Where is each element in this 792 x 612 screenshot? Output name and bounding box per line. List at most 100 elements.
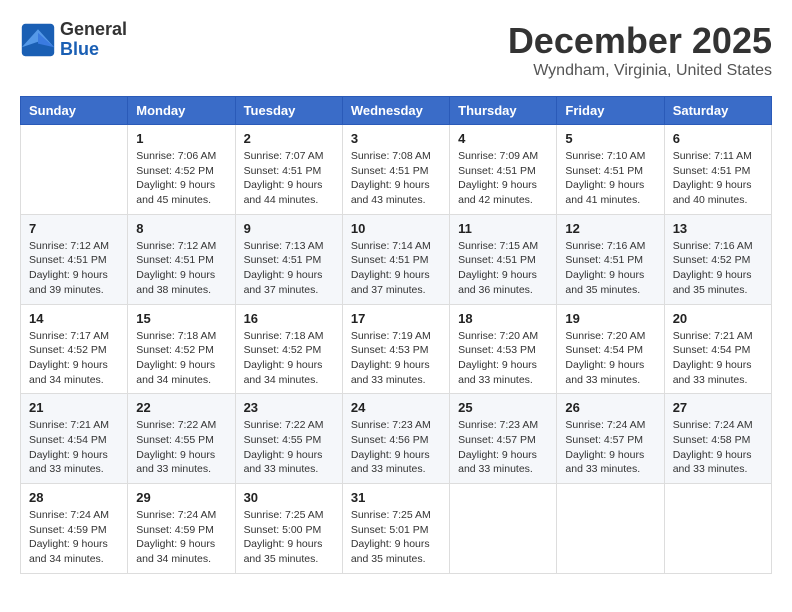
- day-number: 9: [244, 221, 334, 236]
- day-info: Sunrise: 7:07 AM Sunset: 4:51 PM Dayligh…: [244, 149, 334, 208]
- day-of-week-header: Monday: [128, 97, 235, 125]
- day-info: Sunrise: 7:23 AM Sunset: 4:57 PM Dayligh…: [458, 418, 548, 477]
- day-number: 18: [458, 311, 548, 326]
- calendar-cell: 9 Sunrise: 7:13 AM Sunset: 4:51 PM Daylig…: [235, 214, 342, 304]
- day-info: Sunrise: 7:12 AM Sunset: 4:51 PM Dayligh…: [136, 239, 226, 298]
- day-info: Sunrise: 7:15 AM Sunset: 4:51 PM Dayligh…: [458, 239, 548, 298]
- day-info: Sunrise: 7:18 AM Sunset: 4:52 PM Dayligh…: [244, 329, 334, 388]
- calendar-cell: 13Sunrise: 7:16 AM Sunset: 4:52 PM Dayli…: [664, 214, 771, 304]
- calendar-cell: 7 Sunrise: 7:12 AM Sunset: 4:51 PM Daylig…: [21, 214, 128, 304]
- day-of-week-header: Wednesday: [342, 97, 449, 125]
- days-of-week-row: SundayMondayTuesdayWednesdayThursdayFrid…: [21, 97, 772, 125]
- day-info: Sunrise: 7:25 AM Sunset: 5:00 PM Dayligh…: [244, 508, 334, 567]
- calendar-cell: 25 Sunrise: 7:23 AM Sunset: 4:57 PM Dayli…: [450, 394, 557, 484]
- calendar-cell: 27 Sunrise: 7:24 AM Sunset: 4:58 PM Dayli…: [664, 394, 771, 484]
- day-number: 11: [458, 221, 548, 236]
- calendar-cell: 19 Sunrise: 7:20 AM Sunset: 4:54 PM Dayli…: [557, 304, 664, 394]
- calendar-cell: 18 Sunrise: 7:20 AM Sunset: 4:53 PM Dayli…: [450, 304, 557, 394]
- title-block: December 2025 Wyndham, Virginia, United …: [508, 20, 772, 80]
- calendar-cell: 10Sunrise: 7:14 AM Sunset: 4:51 PM Dayli…: [342, 214, 449, 304]
- calendar-cell: 26Sunrise: 7:24 AM Sunset: 4:57 PM Dayli…: [557, 394, 664, 484]
- calendar-cell: 31 Sunrise: 7:25 AM Sunset: 5:01 PM Dayli…: [342, 484, 449, 574]
- day-info: Sunrise: 7:24 AM Sunset: 4:58 PM Dayligh…: [673, 418, 763, 477]
- day-number: 24: [351, 400, 441, 415]
- day-number: 26: [565, 400, 655, 415]
- day-info: Sunrise: 7:20 AM Sunset: 4:53 PM Dayligh…: [458, 329, 548, 388]
- day-info: Sunrise: 7:13 AM Sunset: 4:51 PM Dayligh…: [244, 239, 334, 298]
- day-number: 31: [351, 490, 441, 505]
- day-info: Sunrise: 7:20 AM Sunset: 4:54 PM Dayligh…: [565, 329, 655, 388]
- calendar-cell: 2 Sunrise: 7:07 AM Sunset: 4:51 PM Daylig…: [235, 125, 342, 215]
- day-info: Sunrise: 7:23 AM Sunset: 4:56 PM Dayligh…: [351, 418, 441, 477]
- day-number: 25: [458, 400, 548, 415]
- day-info: Sunrise: 7:08 AM Sunset: 4:51 PM Dayligh…: [351, 149, 441, 208]
- day-number: 3: [351, 131, 441, 146]
- logo-icon: [20, 22, 56, 58]
- day-info: Sunrise: 7:22 AM Sunset: 4:55 PM Dayligh…: [136, 418, 226, 477]
- calendar-cell: [664, 484, 771, 574]
- day-number: 23: [244, 400, 334, 415]
- calendar-cell: 5Sunrise: 7:10 AM Sunset: 4:51 PM Daylig…: [557, 125, 664, 215]
- calendar-week-row: 14Sunrise: 7:17 AM Sunset: 4:52 PM Dayli…: [21, 304, 772, 394]
- calendar-cell: 3 Sunrise: 7:08 AM Sunset: 4:51 PM Daylig…: [342, 125, 449, 215]
- day-number: 6: [673, 131, 763, 146]
- day-of-week-header: Friday: [557, 97, 664, 125]
- logo-text: General Blue: [60, 20, 127, 60]
- calendar-cell: 1Sunrise: 7:06 AM Sunset: 4:52 PM Daylig…: [128, 125, 235, 215]
- day-number: 27: [673, 400, 763, 415]
- day-info: Sunrise: 7:18 AM Sunset: 4:52 PM Dayligh…: [136, 329, 226, 388]
- calendar-cell: 4 Sunrise: 7:09 AM Sunset: 4:51 PM Daylig…: [450, 125, 557, 215]
- day-info: Sunrise: 7:25 AM Sunset: 5:01 PM Dayligh…: [351, 508, 441, 567]
- day-info: Sunrise: 7:21 AM Sunset: 4:54 PM Dayligh…: [29, 418, 119, 477]
- calendar-week-row: 1Sunrise: 7:06 AM Sunset: 4:52 PM Daylig…: [21, 125, 772, 215]
- day-of-week-header: Thursday: [450, 97, 557, 125]
- calendar-week-row: 21 Sunrise: 7:21 AM Sunset: 4:54 PM Dayli…: [21, 394, 772, 484]
- day-info: Sunrise: 7:16 AM Sunset: 4:51 PM Dayligh…: [565, 239, 655, 298]
- day-info: Sunrise: 7:11 AM Sunset: 4:51 PM Dayligh…: [673, 149, 763, 208]
- day-of-week-header: Sunday: [21, 97, 128, 125]
- calendar-week-row: 7 Sunrise: 7:12 AM Sunset: 4:51 PM Daylig…: [21, 214, 772, 304]
- calendar-cell: 30 Sunrise: 7:25 AM Sunset: 5:00 PM Dayli…: [235, 484, 342, 574]
- calendar-cell: 21 Sunrise: 7:21 AM Sunset: 4:54 PM Dayli…: [21, 394, 128, 484]
- day-info: Sunrise: 7:21 AM Sunset: 4:54 PM Dayligh…: [673, 329, 763, 388]
- day-info: Sunrise: 7:16 AM Sunset: 4:52 PM Dayligh…: [673, 239, 763, 298]
- calendar-cell: 8Sunrise: 7:12 AM Sunset: 4:51 PM Daylig…: [128, 214, 235, 304]
- calendar-body: 1Sunrise: 7:06 AM Sunset: 4:52 PM Daylig…: [21, 125, 772, 574]
- location: Wyndham, Virginia, United States: [508, 62, 772, 80]
- logo-general: General: [60, 20, 127, 40]
- day-number: 10: [351, 221, 441, 236]
- logo-blue: Blue: [60, 40, 127, 60]
- calendar-cell: [21, 125, 128, 215]
- day-number: 19: [565, 311, 655, 326]
- day-number: 20: [673, 311, 763, 326]
- calendar-cell: 14Sunrise: 7:17 AM Sunset: 4:52 PM Dayli…: [21, 304, 128, 394]
- calendar-cell: [450, 484, 557, 574]
- calendar-table: SundayMondayTuesdayWednesdayThursdayFrid…: [20, 96, 772, 574]
- day-number: 30: [244, 490, 334, 505]
- day-number: 22: [136, 400, 226, 415]
- calendar-cell: [557, 484, 664, 574]
- page-header: General Blue December 2025 Wyndham, Virg…: [20, 20, 772, 80]
- day-info: Sunrise: 7:24 AM Sunset: 4:59 PM Dayligh…: [29, 508, 119, 567]
- day-number: 2: [244, 131, 334, 146]
- day-number: 21: [29, 400, 119, 415]
- calendar-header: SundayMondayTuesdayWednesdayThursdayFrid…: [21, 97, 772, 125]
- calendar-cell: 23 Sunrise: 7:22 AM Sunset: 4:55 PM Dayli…: [235, 394, 342, 484]
- day-info: Sunrise: 7:22 AM Sunset: 4:55 PM Dayligh…: [244, 418, 334, 477]
- day-number: 15: [136, 311, 226, 326]
- day-number: 4: [458, 131, 548, 146]
- calendar-cell: 11 Sunrise: 7:15 AM Sunset: 4:51 PM Dayli…: [450, 214, 557, 304]
- day-info: Sunrise: 7:24 AM Sunset: 4:59 PM Dayligh…: [136, 508, 226, 567]
- day-info: Sunrise: 7:09 AM Sunset: 4:51 PM Dayligh…: [458, 149, 548, 208]
- calendar-cell: 16Sunrise: 7:18 AM Sunset: 4:52 PM Dayli…: [235, 304, 342, 394]
- day-number: 1: [136, 131, 226, 146]
- day-number: 7: [29, 221, 119, 236]
- day-info: Sunrise: 7:10 AM Sunset: 4:51 PM Dayligh…: [565, 149, 655, 208]
- day-info: Sunrise: 7:19 AM Sunset: 4:53 PM Dayligh…: [351, 329, 441, 388]
- calendar-cell: 28Sunrise: 7:24 AM Sunset: 4:59 PM Dayli…: [21, 484, 128, 574]
- calendar-cell: 24 Sunrise: 7:23 AM Sunset: 4:56 PM Dayli…: [342, 394, 449, 484]
- day-of-week-header: Tuesday: [235, 97, 342, 125]
- day-info: Sunrise: 7:17 AM Sunset: 4:52 PM Dayligh…: [29, 329, 119, 388]
- day-info: Sunrise: 7:12 AM Sunset: 4:51 PM Dayligh…: [29, 239, 119, 298]
- logo: General Blue: [20, 20, 127, 60]
